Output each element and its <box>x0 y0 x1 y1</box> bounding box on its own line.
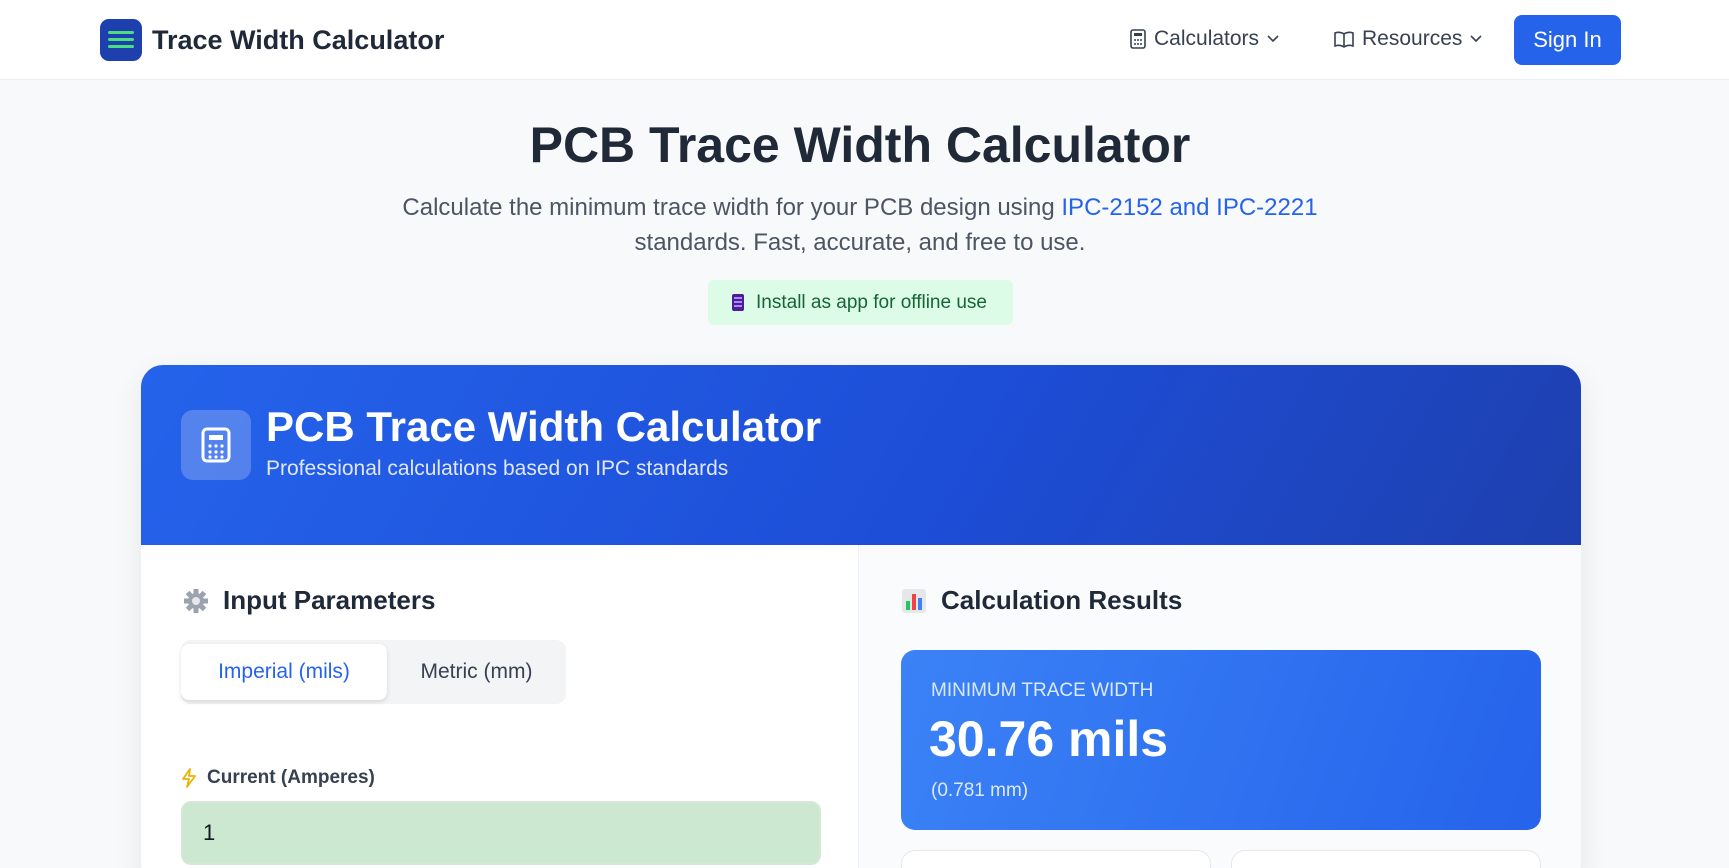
input-section-label: Input Parameters <box>223 585 436 615</box>
gear-icon <box>184 588 208 613</box>
chevron-down-icon <box>1267 35 1279 43</box>
ipc-standards-link[interactable]: IPC-2152 and IPC-2221 <box>1061 194 1317 221</box>
subtitle-text: Calculate the minimum trace width for yo… <box>402 194 1062 221</box>
current-label-text: Current (Amperes) <box>207 767 375 788</box>
unit-metric-button[interactable]: Metric (mm) <box>387 644 566 700</box>
chevron-down-icon <box>1470 35 1482 43</box>
results-panel: Calculation Results Minimum Trace Width … <box>859 545 1581 868</box>
book-icon <box>1334 31 1354 48</box>
result-card <box>1231 850 1541 868</box>
lightning-icon <box>182 768 196 788</box>
results-section-label: Calculation Results <box>941 585 1183 615</box>
result-metric-value: (0.781 mm) <box>931 780 1029 801</box>
input-panel: Input Parameters Imperial (mils) Metric … <box>141 545 859 868</box>
calculator-icon <box>1130 29 1146 49</box>
input-section-title: Input Parameters <box>183 585 435 616</box>
brand-logo-icon <box>100 19 142 61</box>
install-label: Install as app for offline use <box>756 291 987 313</box>
calculator-header: PCB Trace Width Calculator Professional … <box>141 365 1581 545</box>
nav-resources-label: Resources <box>1362 27 1463 50</box>
unit-imperial-button[interactable]: Imperial (mils) <box>181 644 387 700</box>
nav-calculators[interactable]: Calculators <box>1130 27 1279 51</box>
current-field-label: Current (Amperes) <box>181 767 375 789</box>
calculator-title: PCB Trace Width Calculator <box>266 403 822 450</box>
sign-in-button[interactable]: Sign In <box>1514 15 1621 65</box>
min-trace-width-result: Minimum Trace Width 30.76 mils (0.781 mm… <box>901 650 1541 830</box>
mobile-phone-icon <box>732 294 744 311</box>
calculator-card: PCB Trace Width Calculator Professional … <box>141 365 1581 868</box>
calculator-icon <box>181 410 251 480</box>
brand-name: Trace Width Calculator <box>152 24 445 55</box>
current-input[interactable] <box>181 801 821 865</box>
unit-toggle: Imperial (mils) Metric (mm) <box>181 640 566 704</box>
brand[interactable]: Trace Width Calculator <box>100 19 444 61</box>
page-subtitle: Calculate the minimum trace width for yo… <box>380 190 1340 260</box>
result-label: Minimum Trace Width <box>931 680 1154 701</box>
result-value: 30.76 mils <box>929 711 1169 767</box>
result-card <box>901 850 1211 868</box>
results-section-title: Calculation Results <box>901 585 1182 616</box>
nav-resources[interactable]: Resources <box>1334 27 1482 51</box>
calculator-subtitle: Professional calculations based on IPC s… <box>266 457 729 480</box>
top-navbar: Trace Width Calculator Calculators Resou… <box>0 0 1729 80</box>
subtitle-text-end: standards. Fast, accurate, and free to u… <box>634 229 1086 256</box>
nav-calculators-label: Calculators <box>1154 27 1260 50</box>
install-app-button[interactable]: Install as app for offline use <box>708 280 1013 325</box>
page-title: PCB Trace Width Calculator <box>529 117 1191 173</box>
bar-chart-icon <box>902 588 926 613</box>
